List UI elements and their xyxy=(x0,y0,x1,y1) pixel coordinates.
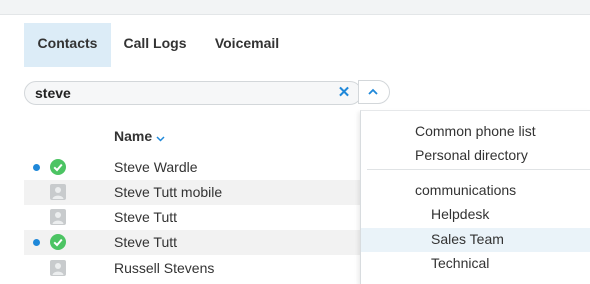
check-circle-icon xyxy=(50,234,66,250)
top-bar xyxy=(0,0,590,15)
dropdown-divider xyxy=(367,169,590,170)
dropdown-item-communications[interactable]: communications xyxy=(415,182,516,198)
contact-name: Steve Tutt xyxy=(114,209,178,225)
contact-row[interactable]: Steve Tutt mobile xyxy=(24,180,360,205)
directory-toggle-button[interactable] xyxy=(358,80,390,104)
chevron-up-icon xyxy=(368,88,378,95)
contact-row[interactable]: Steve Wardle xyxy=(24,155,360,180)
chevron-down-icon xyxy=(156,129,165,145)
person-icon xyxy=(50,260,66,276)
name-column-header[interactable]: Name xyxy=(114,128,165,145)
check-circle-icon xyxy=(50,159,66,175)
presence-dot xyxy=(33,239,40,246)
dropdown-item-helpdesk[interactable]: Helpdesk xyxy=(431,206,489,222)
tab-call-logs[interactable]: Call Logs xyxy=(111,23,199,67)
contact-name: Russell Stevens xyxy=(114,260,215,276)
column-header-label: Name xyxy=(114,128,153,144)
contact-name: Steve Wardle xyxy=(114,159,198,175)
search-box: ✕ xyxy=(24,81,362,105)
presence-dot xyxy=(33,164,40,171)
contact-row[interactable]: Steve Tutt xyxy=(24,205,360,230)
dropdown-item-common-phone-list[interactable]: Common phone list xyxy=(415,123,536,139)
tab-bar: Contacts Call Logs Voicemail xyxy=(0,23,590,67)
person-icon xyxy=(50,184,66,200)
contact-row[interactable]: Russell Stevens xyxy=(24,256,360,281)
dropdown-item-technical[interactable]: Technical xyxy=(431,255,489,271)
directory-dropdown: Common phone list Personal directory com… xyxy=(360,110,590,284)
search-input[interactable] xyxy=(35,84,325,102)
dropdown-item-sales-team[interactable]: Sales Team xyxy=(431,231,504,247)
tab-contacts[interactable]: Contacts xyxy=(24,23,111,67)
close-icon[interactable]: ✕ xyxy=(337,84,351,102)
contact-row[interactable]: Steve Tutt xyxy=(24,230,360,255)
person-icon xyxy=(50,209,66,225)
tab-voicemail[interactable]: Voicemail xyxy=(199,23,295,67)
dropdown-item-personal-directory[interactable]: Personal directory xyxy=(415,147,528,163)
contact-name: Steve Tutt xyxy=(114,234,178,250)
contact-name: Steve Tutt mobile xyxy=(114,184,223,200)
